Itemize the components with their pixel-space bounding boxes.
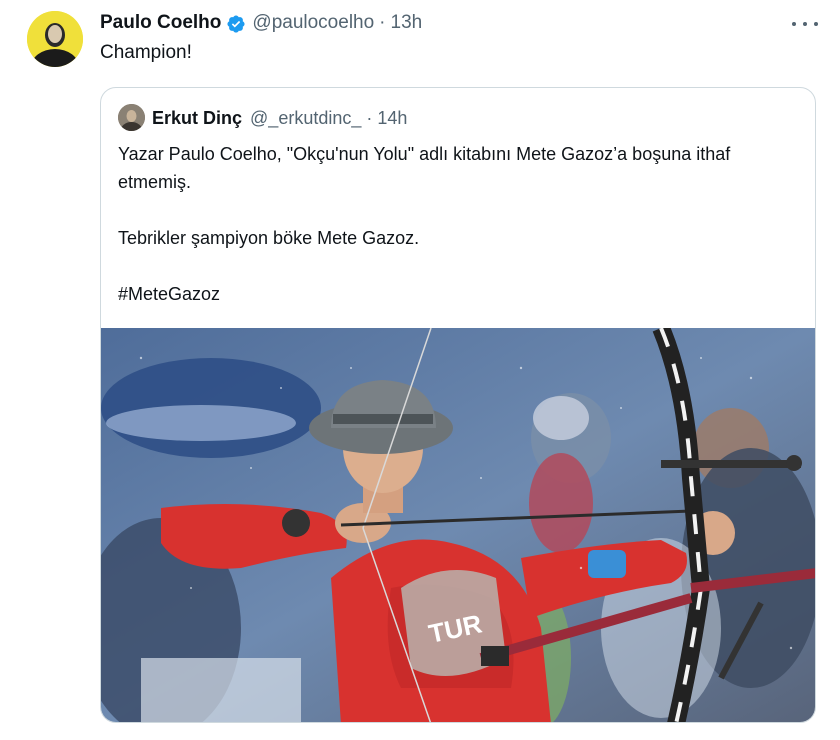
quoted-tweet[interactable]: Erkut Dinç @_erkutdinc_ · 14h Yazar Paul… (100, 87, 816, 723)
tweet-time[interactable]: 13h (391, 12, 423, 34)
author-name[interactable]: Paulo Coelho (100, 12, 221, 34)
quoted-author-handle[interactable]: @_erkutdinc_ (250, 108, 361, 129)
tweet-text: Champion! (100, 42, 192, 63)
quoted-tweet-time[interactable]: 14h (377, 108, 407, 129)
author-handle[interactable]: @paulocoelho (252, 12, 374, 34)
tweet[interactable]: Paulo Coelho @paulocoelho · 13h Champion… (0, 0, 840, 740)
quoted-author-avatar[interactable] (118, 104, 145, 131)
hashtag-link[interactable]: #MeteGazoz (118, 280, 808, 308)
separator-dot: · (366, 107, 373, 128)
more-dot (814, 22, 818, 26)
quoted-line: Yazar Paulo Coelho, "Okçu'nun Yolu" adlı… (118, 144, 731, 192)
more-dot (803, 22, 807, 26)
more-dot (792, 22, 796, 26)
quoted-tweet-header: Erkut Dinç @_erkutdinc_ · 14h (152, 104, 407, 132)
author-avatar[interactable] (27, 11, 83, 67)
quoted-line: Tebrikler şampiyon böke Mete Gazoz. (118, 228, 420, 248)
quoted-author-name[interactable]: Erkut Dinç (152, 108, 242, 129)
quoted-tweet-text: Yazar Paulo Coelho, "Okçu'nun Yolu" adlı… (118, 140, 808, 308)
more-options-icon[interactable] (792, 14, 818, 34)
archer-photo[interactable]: TUR (101, 328, 815, 722)
separator-dot: · (379, 12, 386, 33)
tweet-header: Paulo Coelho @paulocoelho · 13h (100, 9, 422, 37)
verified-badge-icon (226, 14, 246, 34)
